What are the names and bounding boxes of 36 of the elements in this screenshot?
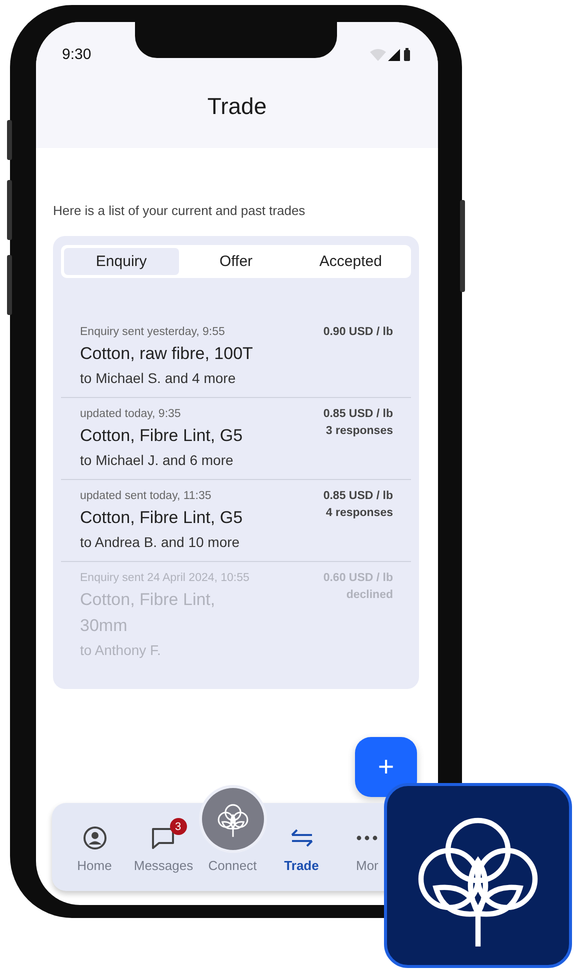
more-icon: [356, 835, 378, 841]
add-button[interactable]: +: [355, 737, 417, 797]
trade-price: 0.85 USD / lb: [323, 490, 393, 502]
trade-price: 0.90 USD / lb: [323, 326, 393, 338]
chat-icon: [150, 826, 176, 850]
trade-item[interactable]: updated today, 9:35 Cotton, Fibre Lint, G5 to Michael J. and 6 more 0.85 USD / lb 3 responses: [61, 398, 411, 480]
unread-badge: 3: [170, 818, 186, 835]
trade-status: 3 responses: [326, 425, 393, 437]
status-time: 9:30: [62, 46, 92, 63]
trade-status: declined: [346, 589, 393, 601]
trade-title: Cotton, Fibre Lint, 30mm: [80, 589, 216, 637]
trade-price: 0.60 USD / lb: [323, 572, 393, 584]
trade-item[interactable]: Enquiry sent yesterday, 9:55 Cotton, raw fibre, 100T to Michael S. and 4 more 0.90 USD / lb: [61, 316, 411, 398]
trade-date: Enquiry sent 24 April 2024, 10:55: [80, 572, 250, 584]
trade-date: updated sent today, 11:35: [80, 490, 212, 502]
trade-title: Cotton, Fibre Lint, G5: [80, 425, 243, 447]
status-icons: [370, 48, 412, 62]
tab[interactable]: Enquiry: [64, 248, 179, 275]
trade-item[interactable]: updated sent today, 11:35 Cotton, Fibre Lint, G5 to Andrea B. and 10 more 0.85 USD / lb 4 responses: [61, 480, 411, 562]
person-icon: [82, 826, 106, 850]
nav-item[interactable]: Trade: [267, 826, 336, 891]
intro-text: Here is a list of your current and past trades: [53, 203, 306, 218]
page-title: Trade: [206, 93, 268, 120]
trade-recipients: to Anthony F.: [80, 642, 162, 658]
trade-recipients: to Michael J. and 6 more: [80, 452, 234, 468]
trade-recipients: to Andrea B. and 10 more: [80, 534, 241, 550]
trade-title: Cotton, Fibre Lint, G5: [80, 507, 243, 529]
trade-date: Enquiry sent yesterday, 9:55: [80, 326, 226, 338]
trade-price: 0.85 USD / lb: [323, 408, 393, 420]
trade-title: Cotton, raw fibre, 100T: [80, 343, 253, 365]
nav-item[interactable]: 3 Messages: [129, 818, 198, 891]
trade-date: updated today, 9:35: [80, 408, 182, 420]
trade-recipients: to Michael S. and 4 more: [80, 370, 237, 386]
trade-status: 4 responses: [326, 507, 393, 519]
tab[interactable]: Offer: [178, 248, 294, 275]
tab[interactable]: Accepted: [293, 248, 408, 275]
